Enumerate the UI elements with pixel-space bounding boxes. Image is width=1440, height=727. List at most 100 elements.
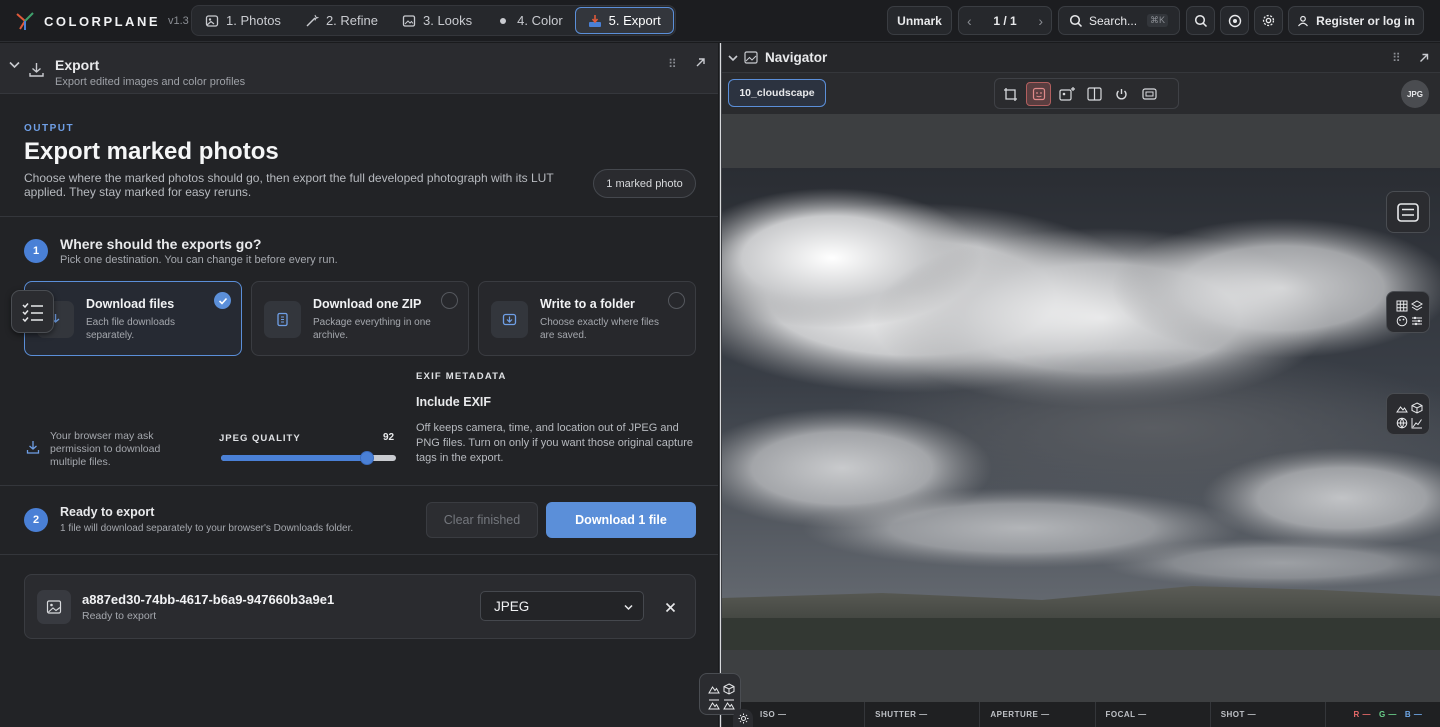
- navigator-toolbar: 10_cloudscape JPG: [722, 73, 1440, 114]
- settings-button[interactable]: [1254, 6, 1283, 35]
- zoom-button[interactable]: [1186, 6, 1215, 35]
- brand-name: COLORPLANE: [44, 13, 160, 29]
- panel-title: Export: [55, 57, 100, 73]
- export-file-row: a887ed30-74bb-4617-b6a9-947660b3a9e1 Rea…: [24, 574, 696, 639]
- register-button[interactable]: Register or log in: [1288, 6, 1424, 35]
- radio-button[interactable]: [668, 292, 685, 309]
- crop-icon[interactable]: [1003, 87, 1018, 102]
- step-looks[interactable]: 3. Looks: [390, 7, 484, 34]
- notes-float-button[interactable]: [1386, 191, 1430, 233]
- drag-handle-icon[interactable]: ⠿: [1392, 51, 1401, 65]
- cube-icon[interactable]: [1411, 402, 1423, 414]
- image-tab[interactable]: 10_cloudscape: [728, 79, 826, 107]
- wand-icon: [306, 14, 319, 26]
- divider: [0, 485, 718, 486]
- popout-icon[interactable]: [694, 56, 707, 74]
- grid-icon[interactable]: [1396, 300, 1408, 312]
- split-view-icon[interactable]: [1087, 87, 1102, 101]
- destination-desc: Choose exactly where files are saved.: [540, 317, 659, 341]
- exif-title[interactable]: Include EXIF: [416, 395, 491, 409]
- landscape-compare-icon[interactable]: [723, 699, 735, 710]
- stat-focal: FOCAL —: [1096, 702, 1211, 727]
- layers-icon[interactable]: [1411, 300, 1423, 312]
- step-export[interactable]: 5. Export: [574, 7, 674, 34]
- jpeg-quality-label: JPEG QUALITY: [219, 433, 301, 444]
- format-select[interactable]: JPEG: [480, 591, 644, 621]
- drag-handle-icon[interactable]: ⠿: [668, 57, 677, 71]
- destination-download-files[interactable]: Download files Each file downloads separ…: [24, 281, 242, 356]
- search-button[interactable]: Search... ⌘K: [1058, 6, 1180, 35]
- step-refine[interactable]: 2. Refine: [293, 7, 390, 34]
- image-icon: [744, 51, 758, 64]
- cube-icon[interactable]: [723, 683, 735, 695]
- cloudscape-photo[interactable]: [722, 168, 1440, 650]
- unmark-button[interactable]: Unmark: [887, 6, 952, 35]
- face-detect-button[interactable]: [1026, 82, 1051, 106]
- photo-canvas[interactable]: [722, 114, 1440, 702]
- chevron-down-icon: [624, 604, 633, 611]
- collapse-chevron-icon[interactable]: [8, 58, 21, 76]
- chevron-left-icon[interactable]: ‹: [967, 13, 972, 29]
- export-panel-header: Export Export edited images and color pr…: [0, 43, 718, 94]
- step-photos[interactable]: 1. Photos: [193, 7, 293, 34]
- popout-icon[interactable]: [1418, 52, 1430, 64]
- download-files-button[interactable]: Download 1 file: [546, 502, 696, 538]
- magnifier-icon: [1194, 14, 1207, 27]
- register-label: Register or log in: [1316, 13, 1415, 28]
- image-icon: [402, 14, 416, 27]
- checklist-float-button[interactable]: [11, 290, 54, 333]
- chevron-right-icon[interactable]: ›: [1038, 13, 1043, 29]
- target-button[interactable]: [1220, 6, 1249, 35]
- jpeg-quality-slider[interactable]: [221, 451, 396, 465]
- step-label: 1. Photos: [226, 13, 281, 28]
- destination-download-zip[interactable]: Download one ZIP Package everything in o…: [251, 281, 469, 356]
- step-label: 2. Refine: [325, 13, 378, 28]
- step-1-badge: 1: [24, 239, 48, 263]
- close-icon[interactable]: [665, 602, 676, 613]
- landscape-icon[interactable]: [708, 683, 720, 694]
- gear-icon: [1262, 14, 1275, 27]
- palette-icon[interactable]: [1396, 315, 1408, 327]
- curve-chart-icon[interactable]: [1411, 417, 1423, 429]
- view-mode-tools: [699, 673, 741, 715]
- photo-counter: 1 / 1: [993, 13, 1017, 28]
- page-description: Choose where the marked photos should go…: [24, 171, 554, 199]
- navigator-header: Navigator ⠿: [722, 43, 1440, 73]
- file-status: Ready to export: [82, 610, 157, 622]
- globe-icon[interactable]: [1396, 417, 1408, 429]
- destination-title: Download one ZIP: [313, 297, 422, 311]
- destination-desc: Each file downloads separately.: [86, 317, 175, 341]
- power-icon[interactable]: [1115, 88, 1128, 101]
- collapse-chevron-icon[interactable]: [727, 52, 739, 64]
- photo-pager: ‹ 1 / 1 ›: [958, 6, 1052, 35]
- jpeg-quality-value: 92: [383, 432, 395, 443]
- download-icon: [28, 61, 45, 83]
- dot-icon: [500, 17, 507, 24]
- slider-thumb[interactable]: [360, 451, 374, 465]
- notes-icon: [1397, 202, 1419, 222]
- file-name: a887ed30-74bb-4617-b6a9-947660b3a9e1: [82, 592, 335, 607]
- step-color[interactable]: 4. Color: [484, 7, 575, 34]
- step-1-title: Where should the exports go?: [60, 236, 262, 252]
- workflow-steps: 1. Photos 2. Refine 3. Looks 4. Color 5.…: [191, 5, 676, 36]
- logo[interactable]: COLORPLANE v1.3: [14, 10, 189, 32]
- compare-grid-icon[interactable]: [1059, 87, 1076, 102]
- landscape-compare-icon[interactable]: [708, 699, 720, 710]
- radio-button[interactable]: [441, 292, 458, 309]
- download-icon: [26, 440, 40, 460]
- brightness-button[interactable]: [733, 709, 753, 727]
- slider-fill: [221, 455, 367, 461]
- destination-write-folder[interactable]: Write to a folder Choose exactly where f…: [478, 281, 696, 356]
- user-icon: [1298, 15, 1309, 26]
- sliders-icon[interactable]: [1411, 315, 1423, 327]
- rgb-g: G —: [1378, 710, 1397, 719]
- clear-finished-button[interactable]: Clear finished: [426, 502, 538, 538]
- checklist-icon: [21, 302, 43, 322]
- browser-permission-note: Your browser may ask permission to downl…: [50, 430, 161, 468]
- exif-stats-bar: ISO — SHUTTER — APERTURE — FOCAL — SHOT …: [722, 702, 1440, 727]
- destination-title: Write to a folder: [540, 297, 635, 311]
- frame-icon[interactable]: [1142, 87, 1157, 101]
- step-1-hint: Pick one destination. You can change it …: [60, 254, 338, 266]
- landscape-icon[interactable]: [1396, 402, 1408, 414]
- navigator-panel: Navigator ⠿ 10_cloudscape JPG ISO — SHUT…: [722, 43, 1440, 727]
